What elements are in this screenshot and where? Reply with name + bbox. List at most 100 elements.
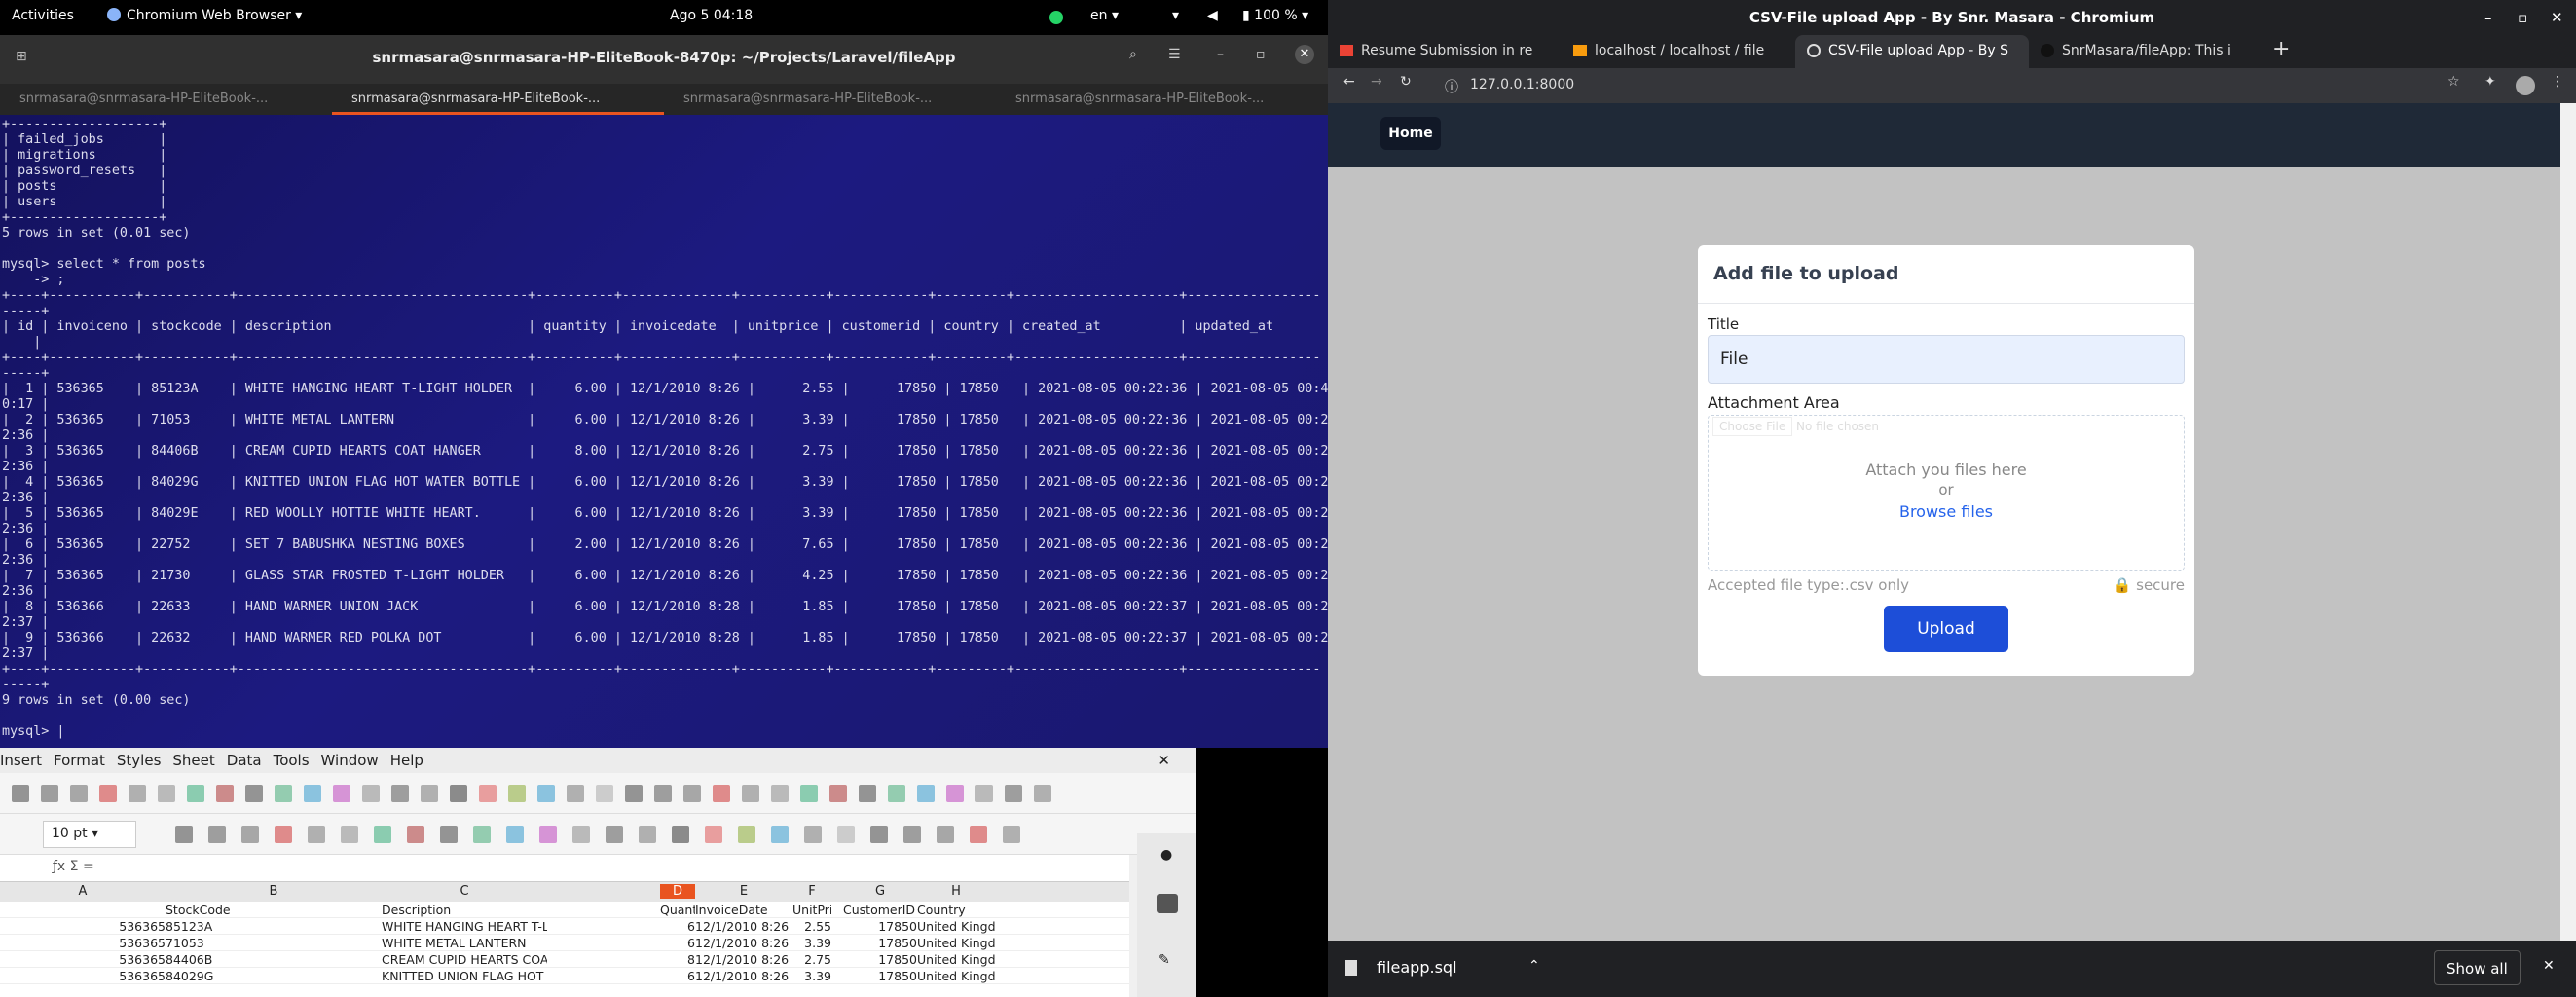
table-cell[interactable]: 12/1/2010 8:26 (695, 936, 792, 950)
formula-bar[interactable]: ƒx Σ = (0, 855, 1129, 882)
toolbar-icon[interactable] (208, 826, 226, 843)
toolbar-icon[interactable] (572, 826, 590, 843)
table-cell[interactable]: Country (917, 903, 995, 917)
browser-tab-csv-app[interactable]: CSV-File upload App - By S (1795, 35, 2029, 68)
browse-files-link[interactable]: Browse files (1709, 502, 2184, 521)
maximize-icon[interactable]: ▫ (2518, 0, 2527, 35)
battery-indicator[interactable]: ▮ 100 % ▾ (1242, 8, 1308, 23)
properties-icon[interactable] (1157, 894, 1178, 913)
close-document-icon[interactable]: ✕ (1158, 752, 1170, 769)
table-cell[interactable]: 84406B (166, 952, 382, 967)
table-cell[interactable]: 2.75 (792, 952, 831, 967)
home-link[interactable]: Home (1380, 117, 1441, 150)
toolbar-icon[interactable] (903, 826, 921, 843)
table-cell[interactable]: 12/1/2010 8:26 (695, 969, 792, 983)
spreadsheet-grid[interactable]: StockCodeDescriptionQuantityInvoiceDateU… (0, 902, 1129, 997)
table-cell[interactable]: 17850 (843, 936, 917, 950)
menu-icon[interactable]: ☰ (1168, 47, 1181, 62)
table-cell[interactable]: 6 (660, 969, 695, 983)
browser-tab-github[interactable]: SnrMasara/fileApp: This i (2029, 35, 2263, 68)
terminal-tab-2[interactable]: snrmasara@snrmasara-HP-EliteBook-... (332, 84, 664, 115)
download-item[interactable]: fileapp.sql (1377, 958, 1457, 977)
toolbar-icon[interactable] (1003, 826, 1020, 843)
toolbar-icon[interactable] (450, 785, 467, 802)
table-cell[interactable]: InvoiceDate (695, 903, 792, 917)
column-header-f[interactable]: F (792, 884, 831, 899)
table-cell[interactable]: 84029G (166, 969, 382, 983)
table-cell[interactable]: 536365 (0, 952, 166, 967)
toolbar-icon[interactable] (606, 826, 623, 843)
toolbar-icon[interactable] (1034, 785, 1051, 802)
toolbar-icon[interactable] (800, 785, 818, 802)
column-header-g[interactable]: G (843, 884, 917, 899)
search-icon[interactable]: ⌕ (1129, 47, 1137, 62)
toolbar-icon[interactable] (362, 785, 380, 802)
terminal-tab-1[interactable]: snrmasara@snrmasara-HP-EliteBook-... (0, 84, 332, 115)
toolbar-icon[interactable] (829, 785, 847, 802)
toolbar-icon[interactable] (308, 826, 325, 843)
toolbar-icon[interactable] (639, 826, 656, 843)
toolbar-icon[interactable] (937, 826, 954, 843)
table-cell[interactable]: UnitPrice (792, 903, 831, 917)
toolbar-icon[interactable] (508, 785, 526, 802)
table-cell[interactable]: 17850 (843, 969, 917, 983)
toolbar-icon[interactable] (12, 785, 29, 802)
extensions-icon[interactable]: ✦ (2484, 74, 2496, 90)
table-cell[interactable]: 12/1/2010 8:26 (695, 952, 792, 967)
upload-button[interactable]: Upload (1884, 606, 2008, 652)
close-icon[interactable]: ✕ (2551, 0, 2563, 35)
close-shelf-icon[interactable]: ✕ (2543, 958, 2555, 974)
table-cell[interactable]: United Kingdom (917, 936, 995, 950)
toolbar-icon[interactable] (713, 785, 730, 802)
toolbar-icon[interactable] (175, 826, 193, 843)
toolbar-icon[interactable] (241, 826, 259, 843)
column-header-d[interactable]: D (660, 884, 695, 899)
table-cell[interactable]: 3.39 (792, 936, 831, 950)
url-input[interactable]: ⓘ 127.0.0.1:8000 (1435, 72, 2576, 99)
table-cell[interactable]: 6 (660, 936, 695, 950)
table-cell[interactable]: 8 (660, 952, 695, 967)
toolbar-icon[interactable] (275, 785, 292, 802)
toolbar-icon[interactable] (391, 785, 409, 802)
file-chooser[interactable]: Choose File No file chosen (1712, 417, 1879, 436)
table-cell[interactable]: WHITE METAL LANTERN (382, 936, 547, 950)
column-header-h[interactable]: H (917, 884, 995, 899)
toolbar-icon[interactable] (99, 785, 117, 802)
toolbar-icon[interactable] (407, 826, 424, 843)
show-all-button[interactable]: Show all (2434, 950, 2521, 985)
column-header-b[interactable]: B (166, 884, 382, 899)
table-cell[interactable]: StockCode (166, 903, 382, 917)
clock[interactable]: Ago 5 04:18 (670, 8, 753, 23)
menu-format[interactable]: Format (54, 752, 105, 773)
table-cell[interactable]: CREAM CUPID HEARTS COAT HANGER (382, 952, 547, 967)
page-scrollbar[interactable] (2560, 103, 2576, 941)
bookmark-star-icon[interactable]: ☆ (2447, 74, 2460, 90)
maximize-icon[interactable]: ▫ (1256, 47, 1266, 62)
new-tab-button[interactable]: + (2263, 35, 2300, 68)
toolbar-icon[interactable] (567, 785, 584, 802)
table-cell[interactable]: KNITTED UNION FLAG HOT WATER BOTTLE (382, 969, 547, 983)
close-icon[interactable]: ✕ (1295, 45, 1314, 64)
toolbar-icon[interactable] (742, 785, 759, 802)
toolbar-icon[interactable] (970, 826, 987, 843)
column-header-a[interactable]: A (0, 884, 166, 899)
toolbar-icon[interactable] (859, 785, 876, 802)
activities-button[interactable]: Activities (12, 8, 74, 23)
table-cell[interactable]: 536365 (0, 969, 166, 983)
attachment-dropzone[interactable]: Choose File No file chosen Attach you fi… (1708, 415, 2185, 571)
menu-sheet[interactable]: Sheet (172, 752, 214, 773)
toolbar-icon[interactable] (421, 785, 438, 802)
toolbar-icon[interactable] (804, 826, 822, 843)
terminal-tab-3[interactable]: snrmasara@snrmasara-HP-EliteBook-... (664, 84, 996, 115)
table-cell[interactable]: 3.39 (792, 969, 831, 983)
toolbar-icon[interactable] (158, 785, 175, 802)
toolbar-icon[interactable] (870, 826, 888, 843)
minimize-icon[interactable]: – (2484, 0, 2492, 35)
minimize-icon[interactable]: – (1217, 47, 1224, 62)
toolbar-icon[interactable] (975, 785, 993, 802)
title-input[interactable]: File (1708, 335, 2185, 384)
menu-styles[interactable]: Styles (117, 752, 162, 773)
column-header-c[interactable]: C (382, 884, 547, 899)
table-cell[interactable]: 12/1/2010 8:26 (695, 919, 792, 934)
toolbar-icon[interactable] (837, 826, 855, 843)
